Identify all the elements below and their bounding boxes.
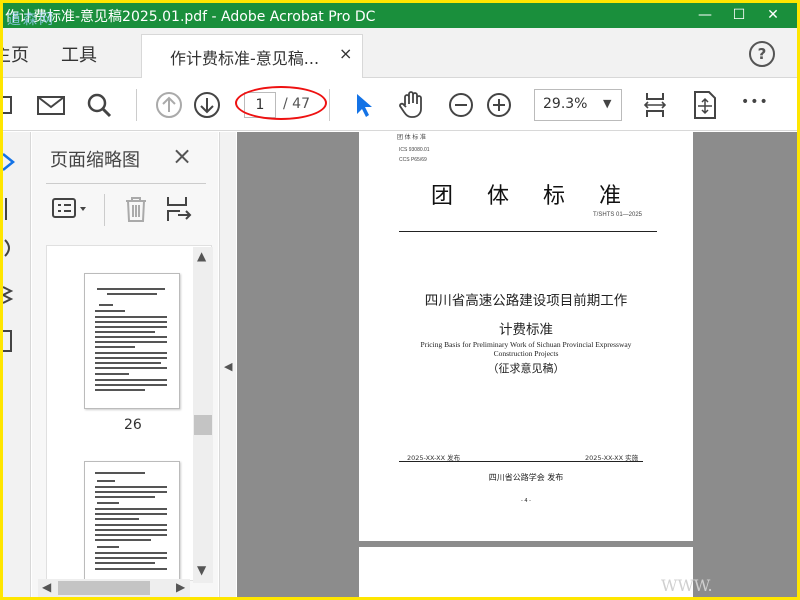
scrollbar-thumb[interactable] xyxy=(194,415,212,435)
page-footer-number: - 4 - xyxy=(521,498,531,504)
pdf-next-page xyxy=(359,547,693,597)
page-thumbnails-panel: 页面缩略图 × 26 xyxy=(32,132,218,597)
toolbar: 1 / 47 29.3% ▼ ••• xyxy=(3,79,797,131)
close-panel-button[interactable]: × xyxy=(172,142,192,170)
close-window-button[interactable]: ✕ xyxy=(763,5,783,25)
tab-bar: 主页 工具 作计费标准-意见稿... × ? xyxy=(3,28,797,78)
thumbnail-list: 26 xyxy=(46,245,212,581)
pdf-page: 团 体 标 准 ICS 93080.01 CCS P65/69 团体标准 T/S… xyxy=(359,132,693,541)
pages-icon[interactable] xyxy=(3,150,17,174)
fit-page-icon[interactable] xyxy=(639,89,671,121)
thumbnail-options-icon[interactable] xyxy=(52,197,92,221)
footer-rule xyxy=(399,461,643,462)
select-cursor-icon[interactable] xyxy=(348,89,380,121)
title-bar: 作计费标准-意见稿2025.01.pdf - Adobe Acrobat Pro… xyxy=(3,3,797,28)
panel-heading: 页面缩略图 xyxy=(50,150,140,171)
previous-page-icon[interactable] xyxy=(153,89,185,121)
insert-page-icon[interactable] xyxy=(164,195,192,223)
tab-tools[interactable]: 工具 xyxy=(61,41,97,67)
window-title: 作计费标准-意见稿2025.01.pdf - Adobe Acrobat Pro… xyxy=(5,9,376,25)
ics-code: ICS 93080.01 xyxy=(399,147,430,153)
trash-icon[interactable] xyxy=(122,195,150,223)
thumbnail-page-number: 26 xyxy=(124,417,142,433)
hand-tool-icon[interactable] xyxy=(396,89,428,121)
site-watermark: WWW. xyxy=(661,576,713,595)
watermark-logo: 道森网 xyxy=(7,12,55,28)
app-window: 作计费标准-意见稿2025.01.pdf - Adobe Acrobat Pro… xyxy=(0,0,800,600)
collapse-arrow-icon: ◀ xyxy=(224,360,233,373)
scroll-left-arrow[interactable]: ◀ xyxy=(42,580,51,594)
header-rule xyxy=(399,231,657,232)
thumbnail-page-26[interactable] xyxy=(84,273,180,409)
thumbnail-vertical-scrollbar[interactable]: ▲ ▼ xyxy=(193,247,213,583)
main-title-line1: 四川省高速公路建设项目前期工作 xyxy=(424,293,628,309)
document-view[interactable]: 团 体 标 准 ICS 93080.01 CCS P65/69 团体标准 T/S… xyxy=(237,132,797,597)
attachment-icon[interactable] xyxy=(3,236,17,262)
mail-icon[interactable] xyxy=(35,89,67,121)
ccs-code: CCS P65/69 xyxy=(399,157,427,163)
tab-document[interactable]: 作计费标准-意见稿... × xyxy=(141,34,363,78)
help-icon[interactable]: ? xyxy=(749,41,775,67)
annotation-ellipse xyxy=(235,86,327,120)
panel-divider xyxy=(46,183,206,184)
scrollbar-thumb[interactable] xyxy=(58,581,150,595)
next-page-icon[interactable] xyxy=(191,89,223,121)
main-title-line2: 计费标准 xyxy=(499,322,553,338)
document-type-title: 团体标准 xyxy=(430,184,655,209)
signature-icon[interactable] xyxy=(3,328,17,354)
zoom-out-icon[interactable] xyxy=(445,89,477,121)
zoom-in-icon[interactable] xyxy=(483,89,515,121)
full-screen-icon[interactable] xyxy=(689,89,721,121)
save-icon[interactable] xyxy=(0,89,23,121)
bookmark-icon[interactable] xyxy=(3,196,17,222)
chevron-down-icon: ▼ xyxy=(603,97,612,110)
english-title-line2: Construction Projects xyxy=(493,349,559,358)
close-tab-button[interactable]: × xyxy=(339,44,352,63)
panel-collapse-handle[interactable]: ◀ xyxy=(219,132,236,597)
thumbnail-page-27[interactable] xyxy=(84,461,180,580)
zoom-select[interactable]: 29.3% ▼ xyxy=(534,89,622,121)
document-tab-label: 作计费标准-意见稿... xyxy=(170,49,320,68)
thumbnail-horizontal-scrollbar[interactable]: ◀ ▶ xyxy=(38,579,190,597)
toolbar-divider xyxy=(329,89,330,121)
minimize-button[interactable]: — xyxy=(695,5,715,25)
scroll-up-arrow[interactable]: ▲ xyxy=(197,249,206,263)
scroll-right-arrow[interactable]: ▶ xyxy=(176,580,185,594)
more-options-icon[interactable]: ••• xyxy=(741,94,769,110)
toolbar-divider xyxy=(136,89,137,121)
zoom-value: 29.3% xyxy=(543,96,588,112)
restore-button[interactable]: ☐ xyxy=(729,5,749,25)
header-cut-text: 团 体 标 准 xyxy=(397,135,427,141)
scroll-down-arrow[interactable]: ▼ xyxy=(197,563,206,577)
search-icon[interactable] xyxy=(83,89,115,121)
layers-icon[interactable] xyxy=(3,282,17,308)
english-title-line1: Pricing Basis for Preliminary Work of Si… xyxy=(420,340,632,349)
left-tool-strip xyxy=(3,132,31,597)
tab-home[interactable]: 主页 xyxy=(3,41,29,67)
publisher: 四川省公路学会 发布 xyxy=(488,473,564,482)
standard-code: T/SHTS 01—2025 xyxy=(593,212,643,218)
panel-toolbar-divider xyxy=(104,194,105,226)
draft-status: （征求意见稿） xyxy=(487,362,565,375)
